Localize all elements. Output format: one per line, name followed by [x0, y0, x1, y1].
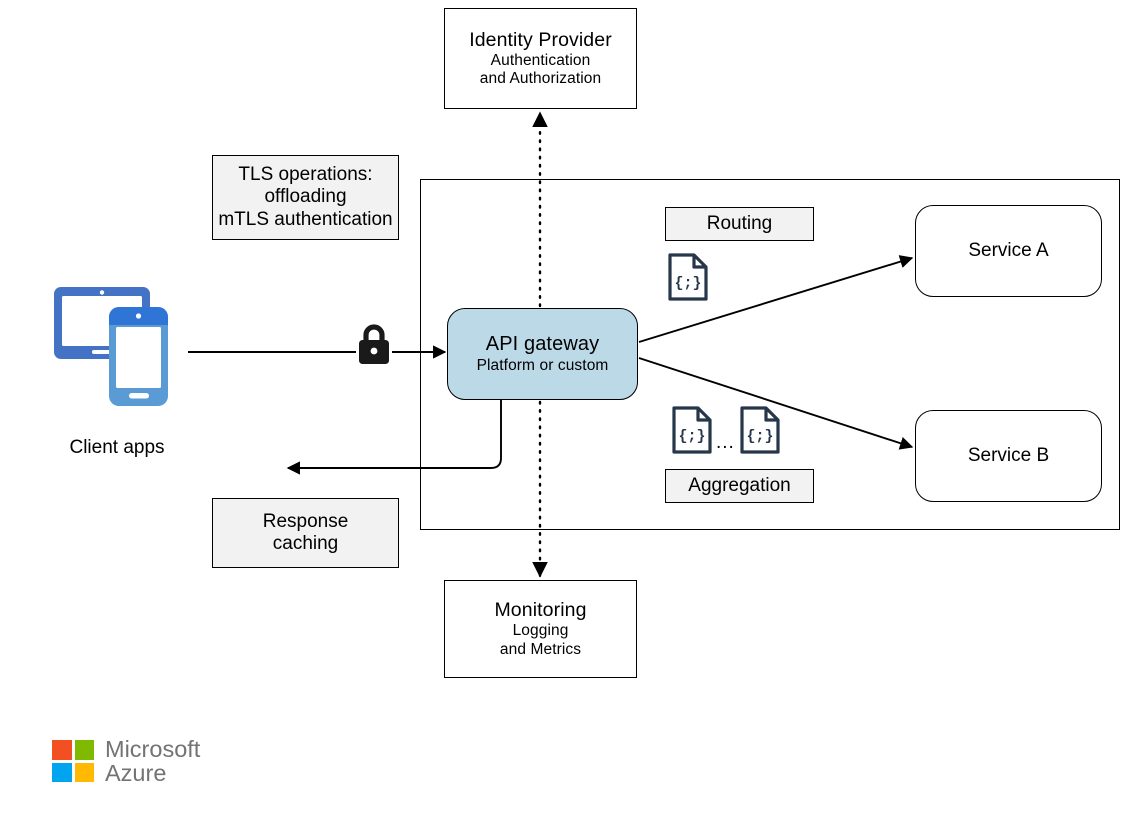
json-document-icon: {;}: [672, 406, 712, 459]
monitoring-subtitle-line-1: Logging: [512, 622, 569, 640]
logo-square-yellow: [74, 762, 94, 783]
service-a-box: Service A: [915, 205, 1102, 297]
microsoft-logo-squares: [52, 740, 94, 783]
json-document-icon: {;}: [740, 406, 780, 459]
logo-square-green: [74, 740, 94, 760]
tls-operations-line-3: mTLS authentication: [218, 208, 393, 230]
api-gateway-title: API gateway: [485, 333, 600, 356]
routing-label: Routing: [706, 212, 773, 234]
identity-provider-title: Identity Provider: [469, 28, 612, 51]
json-document-glyph: {;}: [678, 428, 705, 445]
logo-square-blue: [52, 762, 72, 783]
json-document-icon: {;}: [668, 253, 708, 306]
api-gateway-box: API gateway Platform or custom: [447, 308, 638, 400]
monitoring-title: Monitoring: [494, 599, 587, 622]
identity-provider-subtitle-line-2: and Authorization: [479, 70, 602, 87]
identity-provider-box: Identity Provider Authentication and Aut…: [444, 8, 637, 109]
service-b-box: Service B: [915, 410, 1102, 502]
microsoft-azure-wordmark: Microsoft Azure: [105, 737, 200, 786]
api-gateway-subtitle: Platform or custom: [476, 356, 609, 374]
aggregation-label: Aggregation: [688, 474, 791, 496]
microsoft-azure-logo: Microsoft Azure: [52, 737, 200, 786]
service-b-label: Service B: [967, 444, 1050, 466]
json-document-glyph: {;}: [674, 275, 701, 292]
aggregation-ellipsis: ...: [716, 432, 735, 453]
response-caching-line-1: Response: [262, 510, 349, 532]
brand-line-microsoft: Microsoft: [105, 736, 201, 762]
routing-box: Routing: [665, 207, 814, 241]
diagram-canvas: Identity Provider Authentication and Aut…: [0, 0, 1133, 826]
aggregation-box: Aggregation: [665, 469, 814, 503]
response-caching-line-2: caching: [272, 533, 339, 554]
response-caching-box: Response caching: [212, 498, 399, 568]
monitoring-box: Monitoring Logging and Metrics: [444, 580, 637, 678]
tls-operations-line-1: TLS operations:: [238, 163, 373, 185]
service-a-label: Service A: [968, 239, 1049, 261]
tls-operations-box: TLS operations: offloading mTLS authenti…: [212, 155, 399, 240]
logo-square-red: [52, 740, 72, 760]
json-document-glyph: {;}: [746, 428, 773, 445]
tls-operations-line-2: offloading: [264, 186, 347, 208]
identity-provider-subtitle-line-1: Authentication: [490, 51, 591, 69]
client-apps-label: Client apps: [69, 437, 165, 458]
brand-line-azure: Azure: [105, 760, 167, 787]
monitoring-subtitle-line-2: and Metrics: [499, 640, 582, 658]
padlock-icon: [355, 322, 393, 366]
tablet-and-phone-icon: [52, 283, 182, 408]
